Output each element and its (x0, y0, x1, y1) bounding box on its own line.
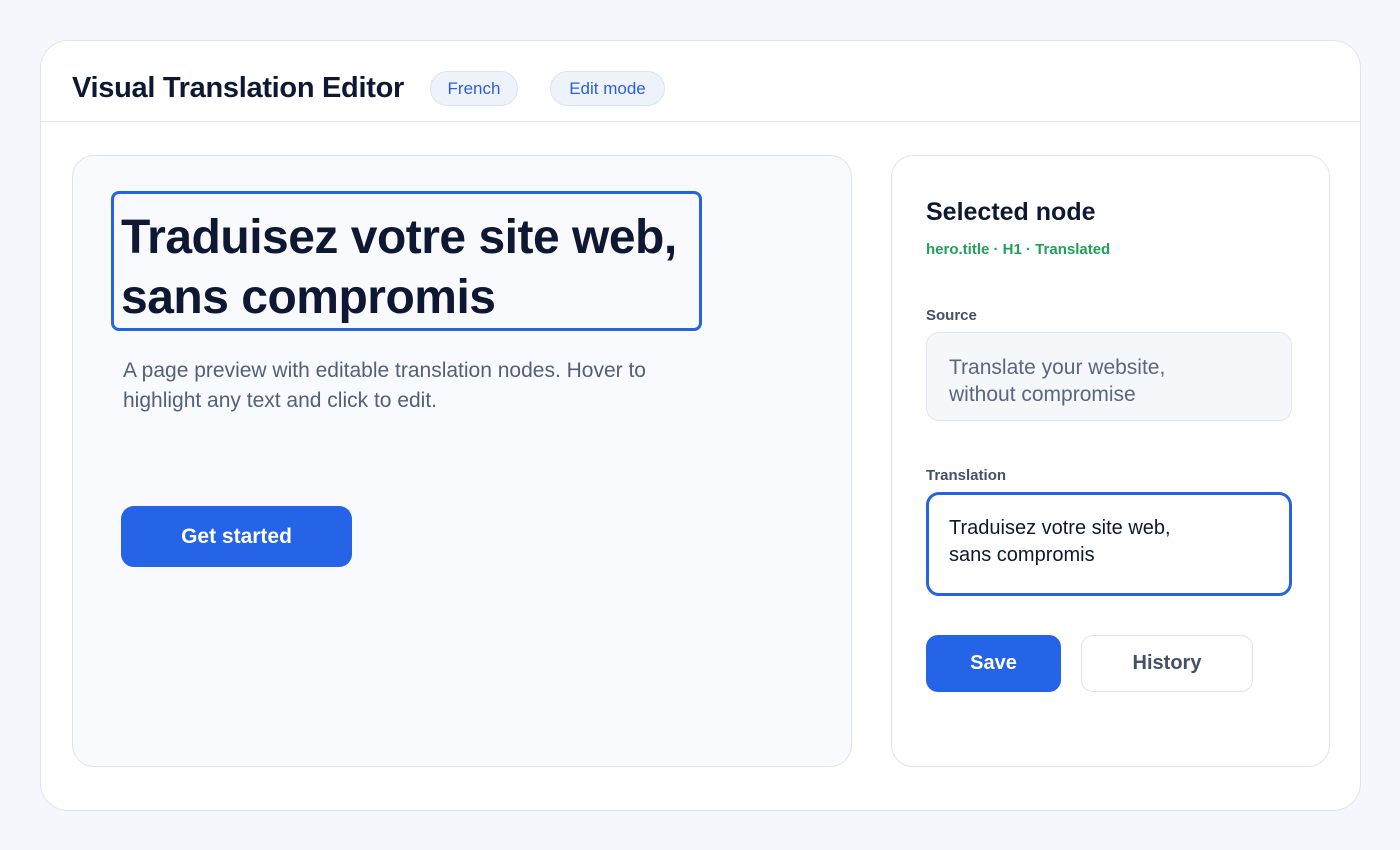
language-pill[interactable]: French (430, 71, 518, 106)
page-preview: Traduisez votre site web, sans compromis… (72, 155, 852, 767)
save-button[interactable]: Save (926, 635, 1061, 692)
source-label: Source (926, 307, 977, 324)
hero-subtitle-node[interactable]: A page preview with editable translation… (123, 356, 703, 416)
translation-label: Translation (926, 467, 1007, 484)
inspector-title: Selected node (926, 198, 1096, 226)
inspector-panel: Selected node hero.title · H1 · Translat… (891, 155, 1330, 767)
editor-header: Visual Translation Editor French Edit mo… (41, 41, 1360, 122)
history-button[interactable]: History (1081, 635, 1253, 692)
translation-field[interactable]: Traduisez votre site web, sans compromis (926, 492, 1292, 596)
editor-window: Visual Translation Editor French Edit mo… (40, 40, 1361, 811)
get-started-button[interactable]: Get started (121, 506, 352, 567)
mode-pill[interactable]: Edit mode (550, 71, 665, 106)
hero-title-node[interactable]: Traduisez votre site web, sans compromis (111, 191, 702, 331)
app-title: Visual Translation Editor (72, 72, 404, 104)
source-text-box: Translate your website, without compromi… (926, 332, 1292, 421)
node-meta: hero.title · H1 · Translated (926, 241, 1111, 258)
